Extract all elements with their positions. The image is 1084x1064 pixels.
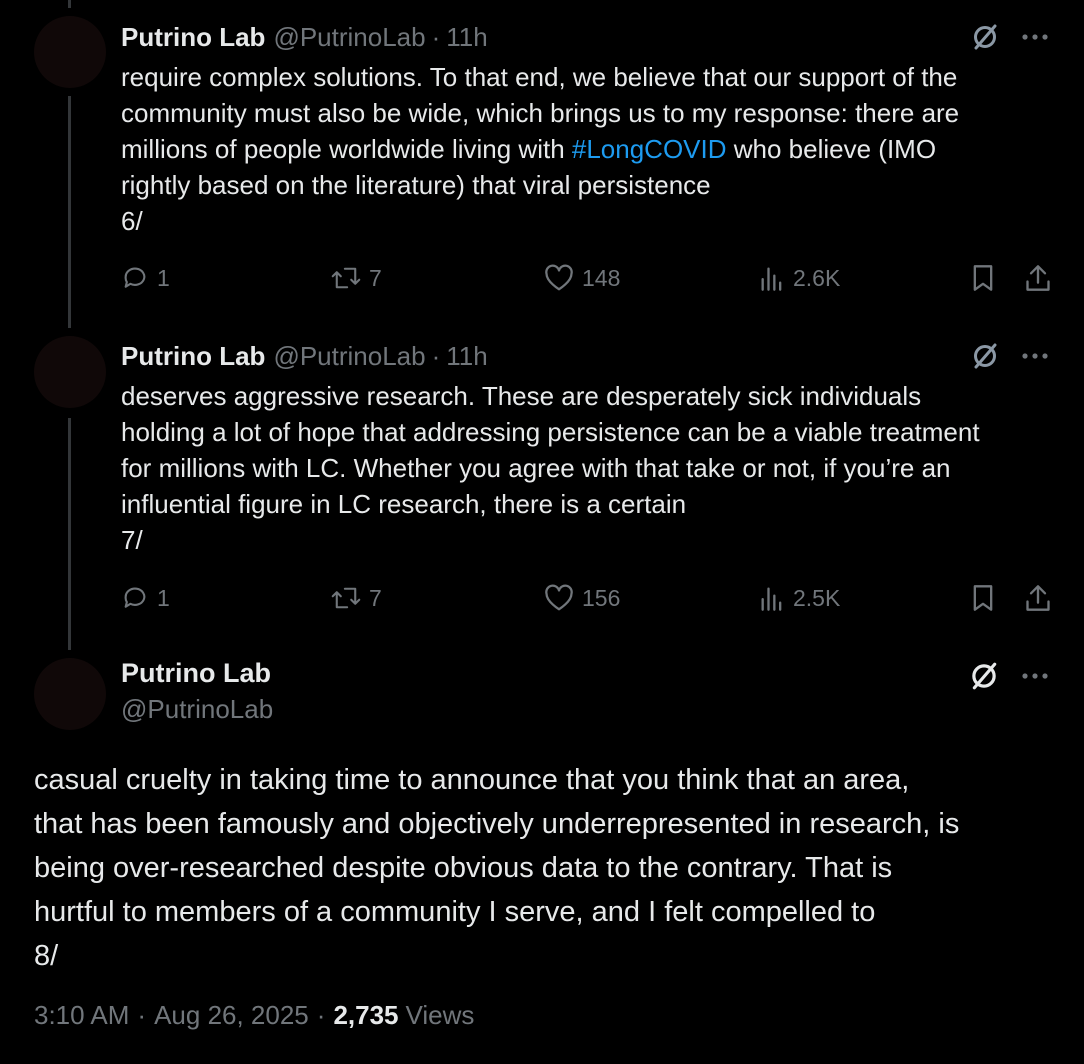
- avatar[interactable]: [34, 658, 106, 730]
- tweet-text: deserves aggressive research. These are …: [121, 381, 980, 555]
- header-icons: [968, 660, 1048, 692]
- repost-button[interactable]: 7: [331, 260, 382, 296]
- share-button[interactable]: [1025, 260, 1051, 296]
- like-count: 148: [582, 264, 621, 291]
- main-tweet-header: Putrino Lab @PutrinoLab: [121, 656, 1048, 736]
- main-tweet-text: casual cruelty in taking time to announc…: [34, 764, 960, 972]
- tweet-text: require complex solutions. To that end, …: [121, 59, 1051, 239]
- reply-icon: [124, 587, 146, 608]
- thread-line-2: [68, 418, 71, 650]
- separator-dot: ·: [431, 21, 441, 52]
- author-handle[interactable]: @PutrinoLab: [121, 694, 273, 725]
- tweet-time[interactable]: 11h: [446, 341, 487, 372]
- author-handle[interactable]: @PutrinoLab: [273, 341, 425, 372]
- views-button[interactable]: 2.5K: [759, 580, 840, 616]
- thread-line-1: [68, 96, 71, 328]
- heart-icon: [545, 584, 573, 611]
- reply-count: 1: [157, 264, 170, 291]
- avatar[interactable]: [34, 336, 106, 408]
- repost-count: 7: [369, 584, 382, 611]
- thread-line-top: [68, 0, 71, 8]
- tweet-date[interactable]: Aug 26, 2025: [154, 1000, 309, 1031]
- tweet-timestamp[interactable]: 3:10 AM: [34, 1000, 129, 1031]
- share-icon: [1026, 265, 1050, 291]
- avatar[interactable]: [34, 16, 106, 88]
- more-icon[interactable]: [1022, 33, 1048, 41]
- bookmark-button[interactable]: [971, 260, 995, 296]
- header-icons: [970, 22, 1048, 52]
- author-handle[interactable]: @PutrinoLab: [273, 22, 425, 53]
- views-button[interactable]: 2.6K: [759, 260, 840, 296]
- more-icon[interactable]: [1022, 672, 1048, 680]
- reply-count: 1: [157, 584, 170, 611]
- tweet-header: Putrino Lab @PutrinoLab · 11h: [121, 20, 1048, 54]
- repost-icon: [331, 587, 361, 609]
- reply-icon: [124, 267, 146, 288]
- reply-button[interactable]: 1: [121, 580, 170, 616]
- grok-icon[interactable]: [970, 22, 1000, 52]
- views-icon: [761, 267, 782, 291]
- views-count: 2.6K: [793, 264, 841, 291]
- separator-dot: ·: [431, 340, 441, 371]
- tweet-time[interactable]: 11h: [446, 22, 487, 53]
- views-total: 2,735: [333, 1000, 399, 1030]
- views-count: 2.5K: [793, 584, 841, 611]
- views-icon: [761, 587, 782, 611]
- header-icons: [970, 341, 1048, 371]
- hashtag-link[interactable]: #LongCOVID: [572, 134, 727, 164]
- more-icon[interactable]: [1022, 352, 1048, 360]
- bookmark-button[interactable]: [971, 580, 995, 616]
- views-label: Views: [405, 1000, 475, 1030]
- author-name[interactable]: Putrino Lab: [121, 658, 271, 689]
- bookmark-icon: [973, 585, 993, 611]
- share-button[interactable]: [1025, 580, 1051, 616]
- bookmark-icon: [973, 265, 993, 291]
- share-icon: [1026, 585, 1050, 611]
- separator-dot: ·: [316, 1000, 326, 1030]
- author-name[interactable]: Putrino Lab: [121, 22, 265, 53]
- tweet-actions: 1 7 156 2.5K: [121, 580, 1056, 616]
- tweet-header: Putrino Lab @PutrinoLab · 11h: [121, 339, 1048, 373]
- grok-icon[interactable]: [968, 660, 1000, 692]
- tweet-meta: 3:10 AM · Aug 26, 2025 · 2,735 Views: [34, 1000, 474, 1031]
- tweet-actions: 1 7 148 2.6K: [121, 260, 1056, 296]
- reply-button[interactable]: 1: [121, 260, 170, 296]
- grok-icon[interactable]: [970, 341, 1000, 371]
- heart-icon: [545, 264, 573, 291]
- separator-dot: ·: [137, 1000, 147, 1030]
- like-button[interactable]: 156: [544, 580, 620, 616]
- repost-count: 7: [369, 264, 382, 291]
- author-name[interactable]: Putrino Lab: [121, 341, 265, 372]
- like-count: 156: [582, 584, 621, 611]
- repost-icon: [331, 267, 361, 289]
- repost-button[interactable]: 7: [331, 580, 382, 616]
- like-button[interactable]: 148: [544, 260, 620, 296]
